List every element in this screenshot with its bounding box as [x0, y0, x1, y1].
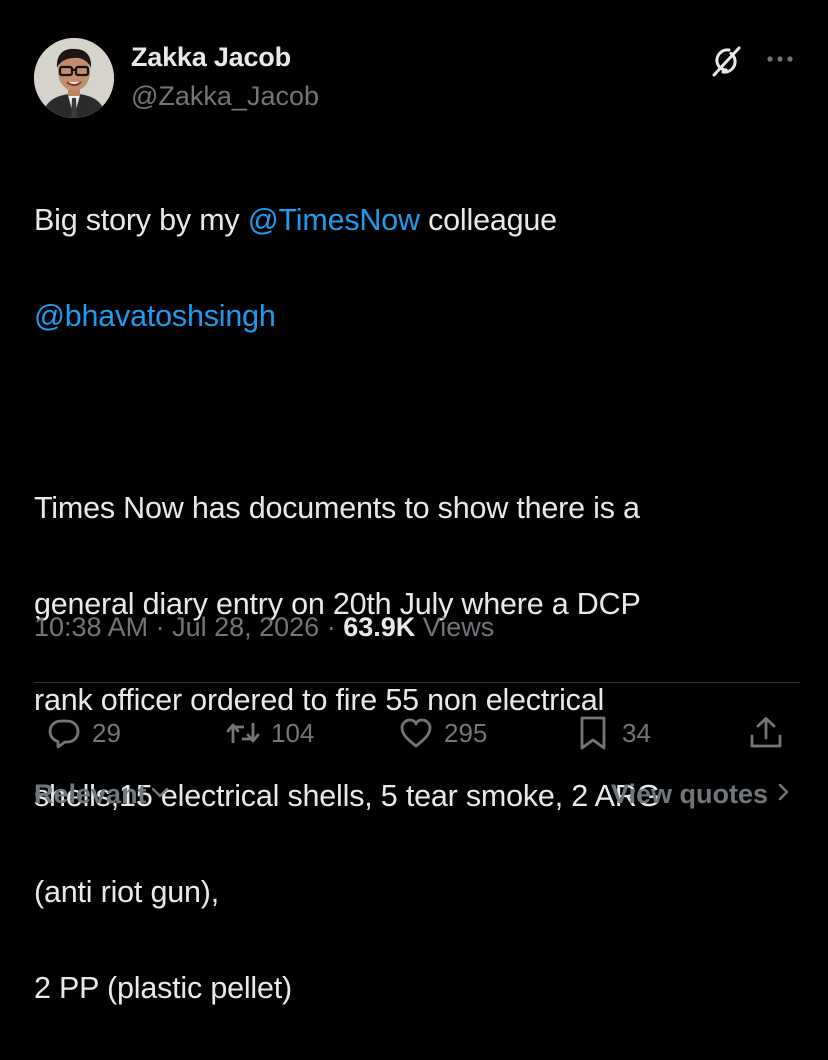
tweet-line: Big story by my @TimesNow colleague [34, 196, 804, 244]
tweet-line: Times Now has documents to show there is… [34, 491, 640, 525]
more-options-icon[interactable] [763, 44, 797, 74]
mention-link-bhavatoshsingh[interactable]: @bhavatoshsingh [34, 299, 276, 333]
mention-link-timesnow[interactable]: @TimesNow [248, 203, 420, 237]
author-display-name[interactable]: Zakka Jacob [131, 42, 291, 73]
reply-count: 29 [92, 717, 121, 748]
reply-icon [46, 715, 82, 751]
bookmark-button[interactable]: 34 [576, 711, 651, 755]
like-button[interactable]: 295 [398, 711, 487, 755]
bookmark-count: 34 [622, 717, 651, 748]
tweet-time[interactable]: 10:38 AM [34, 612, 148, 642]
tweet-date[interactable]: Jul 28, 2026 [172, 612, 319, 642]
tweet-line: 2 PP (plastic pellet) [34, 971, 292, 1005]
repost-count: 104 [271, 717, 315, 748]
tweet-text-segment: colleague [419, 203, 557, 237]
tweet-line: (anti riot gun), [34, 875, 219, 909]
sort-label: Relevant [34, 779, 147, 809]
heart-icon [398, 715, 434, 751]
tweet-card: Zakka Jacob @Zakka_Jacob Big story by my… [0, 0, 828, 1005]
avatar[interactable] [34, 38, 114, 118]
repost-button[interactable]: 104 [225, 711, 314, 755]
tweet-text-segment: Big story by my [34, 203, 248, 237]
chevron-down-icon [147, 778, 171, 811]
share-icon [748, 715, 784, 751]
tweet-line: @bhavatoshsingh [34, 292, 804, 340]
meta-separator: · [148, 612, 173, 642]
tweet-text: Big story by my @TimesNow colleague @bha… [34, 148, 804, 1060]
chevron-right-icon [768, 778, 794, 810]
views-label[interactable]: Views [415, 612, 495, 642]
avatar-image [34, 38, 114, 118]
grok-icon[interactable] [708, 43, 744, 79]
like-count: 295 [444, 717, 488, 748]
repost-icon [225, 715, 261, 751]
reply-button[interactable]: 29 [46, 711, 121, 755]
tweet-meta: 10:38 AM · Jul 28, 2026 · 63.9K Views [34, 612, 494, 643]
sort-replies-dropdown[interactable]: Relevant [34, 778, 171, 811]
view-quotes-label: View quotes [610, 778, 768, 809]
share-button[interactable] [748, 711, 784, 755]
view-quotes-link[interactable]: View quotes [611, 778, 794, 810]
divider [34, 682, 800, 683]
views-count[interactable]: 63.9K [343, 612, 415, 642]
author-handle[interactable]: @Zakka_Jacob [131, 81, 319, 112]
meta-separator: · [319, 612, 344, 642]
bookmark-icon [576, 715, 612, 751]
